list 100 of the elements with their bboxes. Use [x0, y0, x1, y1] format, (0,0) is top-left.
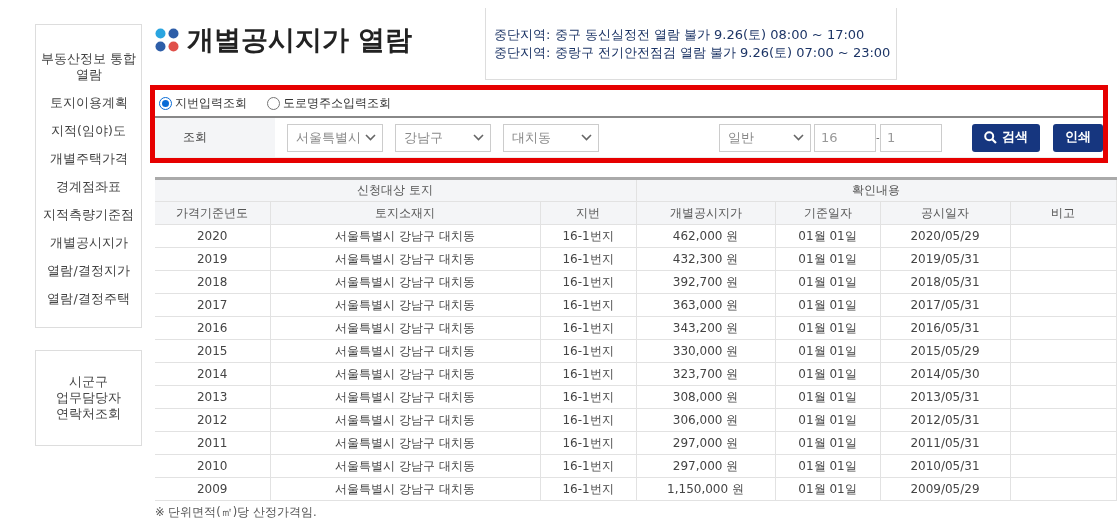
table-cell: 16-1번지	[540, 477, 636, 501]
column-header: 토지소재지	[270, 201, 540, 225]
table-cell: 2017	[155, 293, 270, 317]
search-mode-option[interactable]: 도로명주소입력조회	[267, 94, 391, 112]
table-cell: 01월 01일	[775, 247, 880, 271]
table-cell: 서울특별시 강남구 대치동	[270, 454, 540, 478]
table-cell: 16-1번지	[540, 270, 636, 294]
table-cell: 16-1번지	[540, 224, 636, 248]
table-cell: 16-1번지	[540, 408, 636, 432]
table-cell: 01월 01일	[775, 431, 880, 455]
table-cell: 2009/05/29	[880, 477, 1010, 501]
table-cell: 서울특별시 강남구 대치동	[270, 431, 540, 455]
table-cell: 16-1번지	[540, 247, 636, 271]
table-cell: 2020/05/29	[880, 224, 1010, 248]
table-cell: 01월 01일	[775, 270, 880, 294]
table-cell: 01월 01일	[775, 339, 880, 363]
table-cell: 01월 01일	[775, 408, 880, 432]
caret-icon	[365, 134, 376, 141]
sidebar-item[interactable]: 토지이용계획	[40, 89, 137, 117]
table-cell: 330,000 원	[636, 339, 775, 363]
table-cell: 16-1번지	[540, 362, 636, 386]
table-cell: 16-1번지	[540, 339, 636, 363]
column-header: 공시일자	[880, 201, 1010, 225]
notice-text: 중단지역: 중구 동신실정전 열람 불가 9.26(토) 08:00 ~ 17:00	[494, 26, 865, 44]
table-cell: 297,000 원	[636, 431, 775, 455]
lot-type-dropdown[interactable]: 일반	[719, 123, 811, 152]
table-cell: 01월 01일	[775, 316, 880, 340]
table-cell: 392,700 원	[636, 270, 775, 294]
search-button[interactable]: 검색	[972, 123, 1040, 152]
table-cell: 16-1번지	[540, 316, 636, 340]
table-cell: 2012/05/31	[880, 408, 1010, 432]
sidebar-item[interactable]: 열람/결정지가	[40, 257, 137, 285]
table-cell: 2020	[155, 224, 270, 248]
table-cell: 2015	[155, 339, 270, 363]
table-cell: 2011/05/31	[880, 431, 1010, 455]
contact-lookup-link[interactable]: 시군구 업무담당자 연락처조회	[35, 350, 142, 446]
radio-button[interactable]	[267, 96, 280, 110]
table-cell: 2015/05/29	[880, 339, 1010, 363]
table-cell: 서울특별시 강남구 대치동	[270, 293, 540, 317]
table-cell: 서울특별시 강남구 대치동	[270, 362, 540, 386]
table-cell: 01월 01일	[775, 362, 880, 386]
table-cell: 323,700 원	[636, 362, 775, 386]
table-cell: 2010/05/31	[880, 454, 1010, 478]
page-title: 개별공시지가 열람	[187, 23, 413, 57]
caret-icon	[473, 134, 484, 141]
table-cell: 서울특별시 강남구 대치동	[270, 247, 540, 271]
table-cell: 432,300 원	[636, 247, 775, 271]
sidebar-item[interactable]: 개별공시지가	[40, 229, 137, 257]
table-cell: 01월 01일	[775, 224, 880, 248]
table-cell: 2011	[155, 431, 270, 455]
radio-button[interactable]	[159, 96, 172, 110]
table-cell: 서울특별시 강남구 대치동	[270, 316, 540, 340]
table-cell: 2012	[155, 408, 270, 432]
table-cell: 2018/05/31	[880, 270, 1010, 294]
print-button[interactable]: 인쇄	[1053, 123, 1103, 152]
table-cell: 01월 01일	[775, 385, 880, 409]
table-cell: 462,000 원	[636, 224, 775, 248]
sidebar-item[interactable]: 경계점좌표	[40, 173, 137, 201]
table-cell: 2018	[155, 270, 270, 294]
table-cell: 2014/05/30	[880, 362, 1010, 386]
footnote: ※ 단위면적(㎡)당 산정가격임.	[155, 505, 318, 520]
table-cell: 서울특별시 강남구 대치동	[270, 224, 540, 248]
sidebar-item[interactable]: 개별주택가격	[40, 145, 137, 173]
caret-icon	[581, 134, 592, 141]
dropdown[interactable]: 서울특별시	[287, 123, 383, 152]
table-cell: 01월 01일	[775, 454, 880, 478]
table-cell: 2017/05/31	[880, 293, 1010, 317]
sidebar-item[interactable]: 부동산정보 통합 열람	[40, 45, 137, 89]
logo-dots-icon	[155, 28, 179, 52]
dropdown[interactable]: 강남구	[395, 123, 491, 152]
row-label: 조회	[155, 118, 275, 157]
table-cell: 2016	[155, 316, 270, 340]
table-cell: 343,200 원	[636, 316, 775, 340]
sidebar-item[interactable]: 지적측량기준점	[40, 201, 137, 229]
table-cell: 서울특별시 강남구 대치동	[270, 270, 540, 294]
table-cell: 서울특별시 강남구 대치동	[270, 477, 540, 501]
table-cell: 1,150,000 원	[636, 477, 775, 501]
sidebar-item[interactable]: 열람/결정주택	[40, 285, 137, 313]
column-header: 가격기준년도	[155, 201, 270, 225]
table-cell: 16-1번지	[540, 293, 636, 317]
table-cell: 16-1번지	[540, 431, 636, 455]
caret-icon	[793, 134, 804, 141]
table-cell: 306,000 원	[636, 408, 775, 432]
table-cell: 2019	[155, 247, 270, 271]
table-cell: 01월 01일	[775, 477, 880, 501]
separator-text: -	[876, 132, 880, 143]
table-cell: 01월 01일	[775, 293, 880, 317]
table-cell: 2010	[155, 454, 270, 478]
table-cell: 2014	[155, 362, 270, 386]
group-header: 확인내용	[636, 178, 1116, 202]
dropdown[interactable]: 대치동	[503, 123, 599, 152]
group-header: 신청대상 토지	[155, 178, 636, 202]
search-mode-option[interactable]: 지번입력조회	[159, 94, 247, 112]
table-cell: 서울특별시 강남구 대치동	[270, 408, 540, 432]
table-cell: 16-1번지	[540, 454, 636, 478]
table-cell: 2013/05/31	[880, 385, 1010, 409]
table-cell: 서울특별시 강남구 대치동	[270, 339, 540, 363]
sidebar-item[interactable]: 지적(임야)도	[40, 117, 137, 145]
table-cell: 2013	[155, 385, 270, 409]
table-cell: 2009	[155, 477, 270, 501]
